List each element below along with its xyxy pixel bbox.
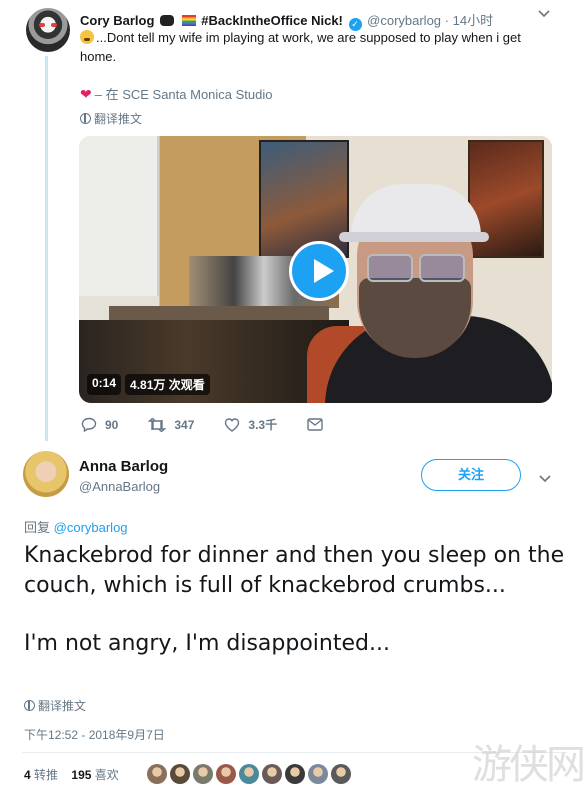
gamepad-icon [160, 15, 175, 26]
video-shelf [109, 306, 329, 320]
video-person-glasses [419, 254, 465, 282]
author-name[interactable]: Cory Barlog [80, 13, 154, 28]
grimace-emoji-icon [80, 30, 94, 44]
location-label: – 在 SCE Santa Monica Studio [94, 87, 273, 102]
reply-icon [81, 417, 97, 432]
like-stat-count: 195 [71, 768, 92, 782]
chevron-down-icon[interactable] [538, 10, 550, 20]
retweet-count: 347 [174, 417, 195, 432]
tweet-stats: 4 转推 195 喜欢 [24, 766, 119, 783]
liker-avatars [147, 764, 354, 784]
author-hashtag[interactable]: #BackIntheOffice Nick! [201, 13, 343, 28]
liker-avatar[interactable] [308, 764, 328, 784]
author-handle[interactable]: @AnnaBarlog [79, 479, 160, 494]
reply-context: 回复 @corybarlog [24, 517, 128, 536]
retweet-icon [148, 417, 167, 432]
like-stat-label: 喜欢 [94, 768, 119, 782]
reply-prefix: 回复 [24, 520, 51, 535]
retweet-button[interactable]: 347 [148, 416, 194, 433]
liker-avatar[interactable] [147, 764, 167, 784]
retweet-stat[interactable]: 4 转推 [24, 768, 58, 782]
liker-avatar[interactable] [285, 764, 305, 784]
reply-count: 90 [105, 417, 119, 432]
liker-avatar[interactable] [216, 764, 236, 784]
video-whiteboard [79, 136, 159, 296]
reply-to-link[interactable]: @corybarlog [54, 520, 128, 535]
translate-link[interactable]: 翻译推文 [24, 697, 86, 714]
video-meta: 0:14 4.81万 次观看 [87, 374, 210, 395]
tweet-text-body: ...Dont tell my wife im playing at work,… [80, 30, 521, 64]
video-person [315, 176, 552, 403]
avatar[interactable] [23, 451, 69, 497]
video-person-cap-brim [339, 232, 489, 242]
tweet-text: Knackebrod for dinner and then you sleep… [24, 541, 569, 659]
translate-label: 翻译推文 [94, 112, 143, 126]
globe-icon [80, 113, 91, 124]
heart-outline-icon [225, 417, 240, 432]
globe-icon [24, 700, 35, 711]
tweet-text: ...Dont tell my wife im playing at work,… [80, 28, 550, 66]
play-icon[interactable] [289, 241, 349, 301]
retweet-stat-label: 转推 [34, 768, 59, 782]
watermark: 游侠网 [472, 742, 584, 788]
retweet-stat-count: 4 [24, 768, 31, 782]
heart-emoji-icon: ❤ [80, 86, 92, 102]
dm-button[interactable] [307, 416, 331, 433]
tweet-location[interactable]: ❤ – 在 SCE Santa Monica Studio [80, 84, 273, 103]
tweet-actions: 90 347 3.3千 [81, 416, 361, 433]
video-views: 4.81万 次观看 [125, 374, 210, 395]
liker-avatar[interactable] [193, 764, 213, 784]
reply-button[interactable]: 90 [81, 416, 118, 433]
tweet-text-line: I'm not angry, I'm disappointed... [24, 631, 390, 656]
video-player[interactable]: 0:14 4.81万 次观看 [79, 136, 552, 403]
follow-button[interactable]: 关注 [421, 459, 521, 491]
tweet-timestamp[interactable]: 下午12:52 - 2018年9月7日 [24, 726, 165, 743]
translate-label: 翻译推文 [38, 699, 87, 713]
avatar-eye-right [51, 23, 57, 27]
chevron-down-icon[interactable] [539, 470, 551, 488]
tweet-time[interactable]: · 14小时 [445, 13, 493, 28]
liker-avatar[interactable] [239, 764, 259, 784]
avatar[interactable] [26, 8, 70, 52]
liker-avatar[interactable] [170, 764, 190, 784]
author-handle[interactable]: @corybarlog [367, 13, 441, 28]
video-duration: 0:14 [87, 374, 122, 395]
envelope-icon [307, 418, 323, 431]
liker-avatar[interactable] [331, 764, 351, 784]
like-stat[interactable]: 195 喜欢 [71, 768, 118, 782]
rainbow-flag-icon [181, 15, 196, 26]
author-name[interactable]: Anna Barlog [79, 458, 168, 475]
translate-link[interactable]: 翻译推文 [80, 110, 142, 127]
video-person-glasses [367, 254, 413, 282]
thread-line [45, 56, 48, 441]
like-count: 3.3千 [248, 418, 278, 432]
liker-avatar[interactable] [262, 764, 282, 784]
avatar-eye-left [39, 23, 45, 27]
tweet-text-line: Knackebrod for dinner and then you sleep… [24, 543, 565, 598]
like-button[interactable]: 3.3千 [224, 416, 277, 433]
context-tweet: Cory Barlog #BackIntheOffice Nick! ✓ @co… [0, 0, 584, 445]
